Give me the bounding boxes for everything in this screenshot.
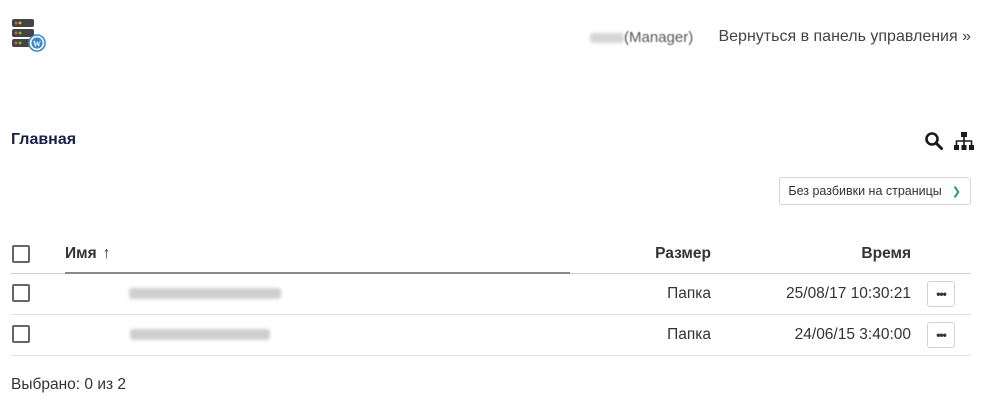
column-size[interactable]: Размер xyxy=(570,235,711,274)
row-time: 25/08/17 10:30:21 xyxy=(786,284,911,302)
user-role: (Manager) xyxy=(624,29,694,46)
row-size: Папка xyxy=(667,284,711,302)
table-row[interactable]: Папка 24/06/15 3:40:00 ••• xyxy=(11,314,971,355)
chevron-down-icon: ❯ xyxy=(951,185,961,198)
select-all-checkbox[interactable] xyxy=(12,244,30,263)
column-actions xyxy=(911,235,971,274)
column-name-label: Имя xyxy=(65,244,97,262)
server-wordpress-icon: W xyxy=(12,19,46,52)
column-name[interactable]: Имя ↑ xyxy=(65,235,570,274)
sitemap-icon[interactable] xyxy=(954,131,974,151)
app-logo: W xyxy=(11,18,47,54)
more-actions-button[interactable]: ••• xyxy=(927,321,955,348)
folder-name-redacted[interactable] xyxy=(130,328,270,340)
search-icon[interactable] xyxy=(924,131,944,151)
selection-status: Выбрано: 0 из 2 xyxy=(11,376,127,393)
svg-text:W: W xyxy=(33,40,41,49)
user-info: (Manager) xyxy=(590,29,693,46)
folder-name-redacted[interactable] xyxy=(129,287,281,299)
table-header-row: Имя ↑ Размер Время xyxy=(11,235,971,274)
table-row[interactable]: Папка 25/08/17 10:30:21 ••• xyxy=(11,273,971,314)
username-redacted xyxy=(590,33,624,44)
back-to-dashboard-link[interactable]: Вернуться в панель управления » xyxy=(718,28,971,46)
breadcrumb-home[interactable]: Главная xyxy=(11,131,76,149)
sort-ascending-icon: ↑ xyxy=(102,244,111,262)
file-table: Имя ↑ Размер Время Папка 25/08/17 10:30:2… xyxy=(11,235,971,356)
row-time: 24/06/15 3:40:00 xyxy=(794,325,911,343)
column-time[interactable]: Время xyxy=(711,235,911,274)
pagination-selected-value: Без разбивки на страницы xyxy=(788,184,942,198)
more-actions-button[interactable]: ••• xyxy=(927,280,955,307)
toolbar xyxy=(924,131,974,151)
sort-underline xyxy=(65,271,570,274)
row-checkbox[interactable] xyxy=(12,325,30,344)
pagination-select[interactable]: Без разбивки на страницы ❯ xyxy=(779,177,971,205)
row-checkbox[interactable] xyxy=(12,284,30,303)
row-size: Папка xyxy=(667,325,711,343)
